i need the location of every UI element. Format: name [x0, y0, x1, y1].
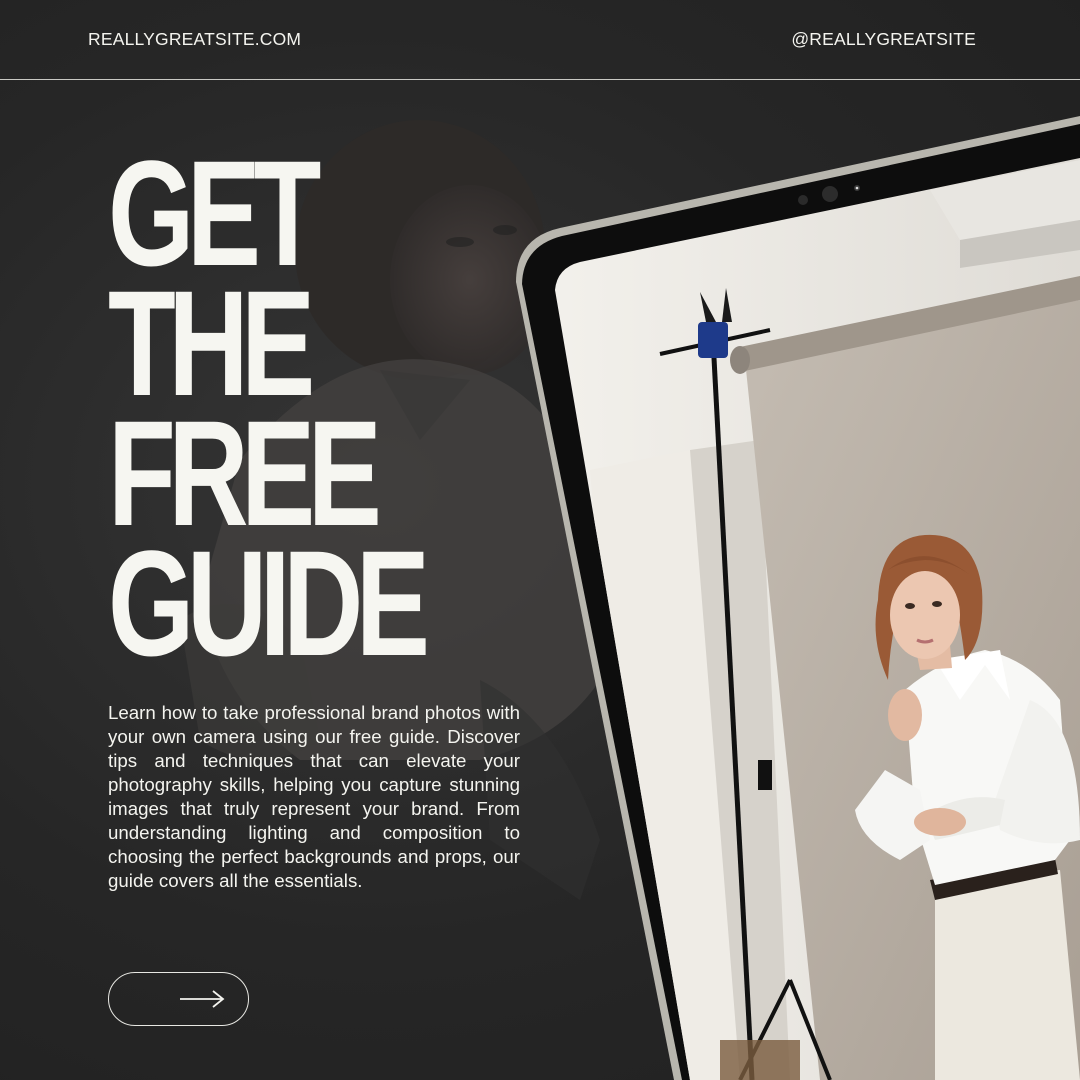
screen-photo — [555, 158, 1080, 1080]
header-divider — [0, 79, 1080, 80]
arrow-right-icon — [179, 990, 224, 1008]
description-text: Learn how to take professional brand pho… — [108, 702, 520, 891]
header: REALLYGREATSITE.COM @REALLYGREATSITE — [0, 0, 1080, 79]
social-handle[interactable]: @REALLYGREATSITE — [791, 29, 976, 50]
camera-lens — [822, 186, 838, 202]
website-link[interactable]: REALLYGREATSITE.COM — [88, 29, 301, 50]
guide-promo-page: REALLYGREATSITE.COM @REALLYGREATSITE GET… — [0, 0, 1080, 1080]
headline-line: GUIDE — [108, 519, 430, 687]
headline: GET THE FREE GUIDE — [108, 138, 533, 687]
next-button[interactable] — [108, 972, 249, 1026]
